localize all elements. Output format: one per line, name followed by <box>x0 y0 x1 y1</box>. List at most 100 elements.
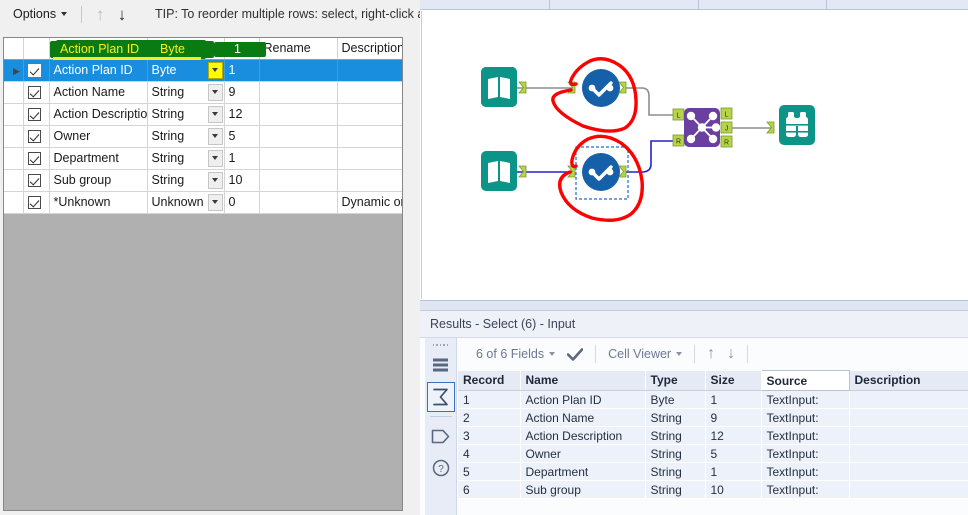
field-name-cell[interactable]: Action Name <box>49 81 148 104</box>
field-type-cell[interactable]: String <box>147 81 225 104</box>
field-size-cell[interactable]: 10 <box>224 169 260 192</box>
field-description-cell[interactable]: Dynamic or <box>337 191 402 214</box>
help-icon[interactable]: ? <box>427 453 455 483</box>
col-header-size[interactable]: Size <box>224 38 260 60</box>
field-size-cell[interactable]: 9 <box>224 81 260 104</box>
fields-selector[interactable]: 6 of 6 Fields <box>470 345 561 363</box>
field-type-cell[interactable]: Byte <box>147 59 225 82</box>
field-row[interactable]: *Unknown Unknown 0 Dynamic or <box>4 191 402 214</box>
output-anchor[interactable] <box>618 81 627 94</box>
field-include-checkbox[interactable] <box>23 103 50 126</box>
field-row[interactable]: Department String 1 <box>4 147 402 170</box>
metadata-icon[interactable] <box>426 382 455 412</box>
field-name-cell[interactable]: Action Plan ID <box>49 59 148 82</box>
field-description-cell[interactable] <box>337 169 402 192</box>
field-size-cell[interactable]: 5 <box>224 125 260 148</box>
field-include-checkbox[interactable] <box>23 81 50 104</box>
field-type-cell[interactable]: String <box>147 147 225 170</box>
results-col-record[interactable]: Record <box>458 370 521 391</box>
field-type-dropdown[interactable] <box>207 193 223 211</box>
output-anchor[interactable] <box>618 165 627 178</box>
field-description-cell[interactable] <box>337 81 402 104</box>
field-description-cell[interactable] <box>337 103 402 126</box>
field-type-dropdown[interactable] <box>207 61 223 79</box>
results-row[interactable]: 2 Action Name String 9 TextInput: <box>458 408 968 427</box>
field-name-cell[interactable]: Action Description <box>49 103 148 126</box>
field-type-dropdown[interactable] <box>207 149 223 167</box>
field-size-cell[interactable]: 0 <box>224 191 260 214</box>
field-rename-cell[interactable] <box>259 191 338 214</box>
field-row[interactable]: ▶ Action Plan ID Byte 1 <box>4 59 402 82</box>
results-source-cell: TextInput: <box>761 390 850 409</box>
field-type-dropdown[interactable] <box>207 105 223 123</box>
profile-icon[interactable] <box>427 421 455 451</box>
field-rename-cell[interactable] <box>259 81 338 104</box>
move-up-button[interactable]: ↑ <box>89 3 111 25</box>
field-grid-container[interactable]: Field Type Size Rename Description ▶ Acti… <box>3 37 403 511</box>
field-type-dropdown[interactable] <box>207 171 223 189</box>
field-name-cell[interactable]: Owner <box>49 125 148 148</box>
results-col-description[interactable]: Description <box>849 370 968 391</box>
results-col-source[interactable]: Source <box>760 370 850 391</box>
results-col-name[interactable]: Name <box>520 370 646 391</box>
results-row[interactable]: 1 Action Plan ID Byte 1 TextInput: <box>458 390 968 409</box>
col-header-rename[interactable]: Rename <box>259 38 338 60</box>
field-include-checkbox[interactable] <box>23 59 50 82</box>
results-title: Results - Select (6) - Input <box>420 311 968 338</box>
field-type-value: String <box>151 173 185 187</box>
field-rename-cell[interactable] <box>259 169 338 192</box>
field-rename-cell[interactable] <box>259 59 338 82</box>
results-next-button[interactable]: ↓ <box>721 345 741 363</box>
field-type-dropdown[interactable] <box>207 83 223 101</box>
field-type-value: String <box>151 129 185 143</box>
col-header-field[interactable]: Field <box>49 38 148 60</box>
field-rename-cell[interactable] <box>259 125 338 148</box>
field-size-cell[interactable]: 12 <box>224 103 260 126</box>
cell-viewer-selector[interactable]: Cell Viewer <box>602 345 688 363</box>
results-row[interactable]: 3 Action Description String 12 TextInput: <box>458 426 968 445</box>
field-type-cell[interactable]: String <box>147 169 225 192</box>
results-col-size[interactable]: Size <box>705 370 762 391</box>
field-size-cell[interactable]: 1 <box>224 59 260 82</box>
options-button[interactable]: Options <box>4 4 74 24</box>
workflow-canvas-pane[interactable]: L R L J R <box>420 0 968 310</box>
field-row[interactable]: Owner String 5 <box>4 125 402 148</box>
field-include-checkbox[interactable] <box>23 147 50 170</box>
field-size-cell[interactable]: 1 <box>224 147 260 170</box>
field-row[interactable]: Action Description String 12 <box>4 103 402 126</box>
col-header-description[interactable]: Description <box>337 38 402 60</box>
field-description-cell[interactable] <box>337 125 402 148</box>
field-rename-cell[interactable] <box>259 147 338 170</box>
field-name-cell[interactable]: Department <box>49 147 148 170</box>
field-name-cell[interactable]: *Unknown <box>49 191 148 214</box>
field-include-checkbox[interactable] <box>23 191 50 214</box>
tool-select-2[interactable] <box>567 146 629 200</box>
field-row[interactable]: Sub group String 10 <box>4 169 402 192</box>
field-type-dropdown[interactable] <box>207 127 223 145</box>
field-rename-cell[interactable] <box>259 103 338 126</box>
tool-text-input-1[interactable] <box>481 67 527 107</box>
results-col-type[interactable]: Type <box>645 370 706 391</box>
field-description-cell[interactable] <box>337 147 402 170</box>
results-prev-button[interactable]: ↑ <box>701 345 721 363</box>
field-row[interactable]: Action Name String 9 <box>4 81 402 104</box>
move-down-button[interactable]: ↓ <box>111 3 133 25</box>
tool-browse-1[interactable] <box>766 105 815 145</box>
rail-grip-handle[interactable] <box>432 342 449 348</box>
results-row[interactable]: 6 Sub group String 10 TextInput: <box>458 480 968 499</box>
results-row[interactable]: 5 Department String 1 TextInput: <box>458 462 968 481</box>
records-icon[interactable] <box>427 350 455 380</box>
tool-text-input-2[interactable] <box>481 151 527 191</box>
field-include-checkbox[interactable] <box>23 169 50 192</box>
tool-select-1[interactable] <box>567 69 627 107</box>
field-type-cell[interactable]: Unknown <box>147 191 225 214</box>
col-header-type[interactable]: Type <box>147 38 225 60</box>
field-type-cell[interactable]: String <box>147 125 225 148</box>
tool-join-1[interactable]: L R L J R <box>672 107 733 148</box>
field-description-cell[interactable] <box>337 59 402 82</box>
results-row[interactable]: 4 Owner String 5 TextInput: <box>458 444 968 463</box>
field-name-cell[interactable]: Sub group <box>49 169 148 192</box>
field-include-checkbox[interactable] <box>23 125 50 148</box>
apply-fields-button[interactable] <box>561 346 589 363</box>
field-type-cell[interactable]: String <box>147 103 225 126</box>
